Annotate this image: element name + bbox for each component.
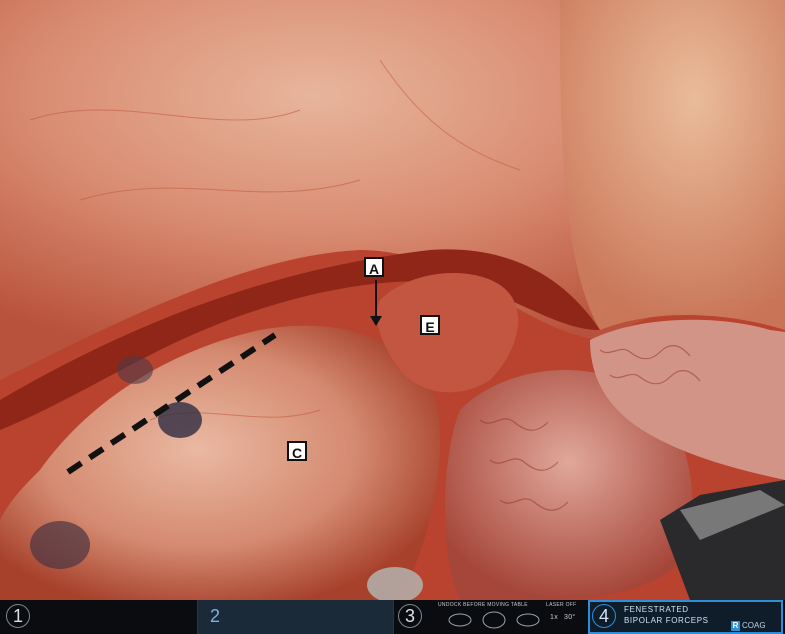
slot-2-number: 2	[210, 606, 221, 626]
coag-mode-badge: R	[731, 621, 740, 631]
instrument-slot-3[interactable]: 3 UNDOCK BEFORE MOVING TABLE LASER OFF 1…	[394, 600, 586, 634]
instrument-slot-1[interactable]: 1	[0, 600, 198, 634]
annotation-label-c: C	[287, 441, 307, 461]
annotation-label-e: E	[420, 315, 440, 335]
slot-4-number: 4	[599, 606, 610, 626]
undock-warning-text: UNDOCK BEFORE MOVING TABLE	[438, 602, 528, 608]
instrument-name-line1: FENESTRATED	[624, 605, 689, 614]
zoom-level-text: 1x	[550, 614, 558, 621]
instrument-name-line2: BIPOLAR FORCEPS	[624, 616, 709, 625]
surgical-scene	[0, 0, 785, 600]
annotation-label-a: A	[364, 257, 384, 277]
instrument-slot-2[interactable]: 2	[198, 600, 394, 634]
table-motion-icons	[448, 611, 540, 629]
scope-angle-text: 30°	[564, 614, 576, 621]
instrument-status-bar: 1 2 3 UNDOCK BEFORE MOVING TABLE LASER O…	[0, 600, 785, 634]
slot-3-number: 3	[405, 606, 416, 626]
instrument-slot-4[interactable]: 4 FENESTRATED BIPOLAR FORCEPS R COAG	[588, 600, 783, 634]
coag-mode-label: COAG	[742, 621, 766, 630]
laser-status-text: LASER OFF	[546, 602, 577, 608]
endoscopic-view: A E C 1 2 3 UNDOCK BEFORE MOVING TABLE L…	[0, 0, 785, 634]
slot-1-number: 1	[13, 606, 24, 626]
